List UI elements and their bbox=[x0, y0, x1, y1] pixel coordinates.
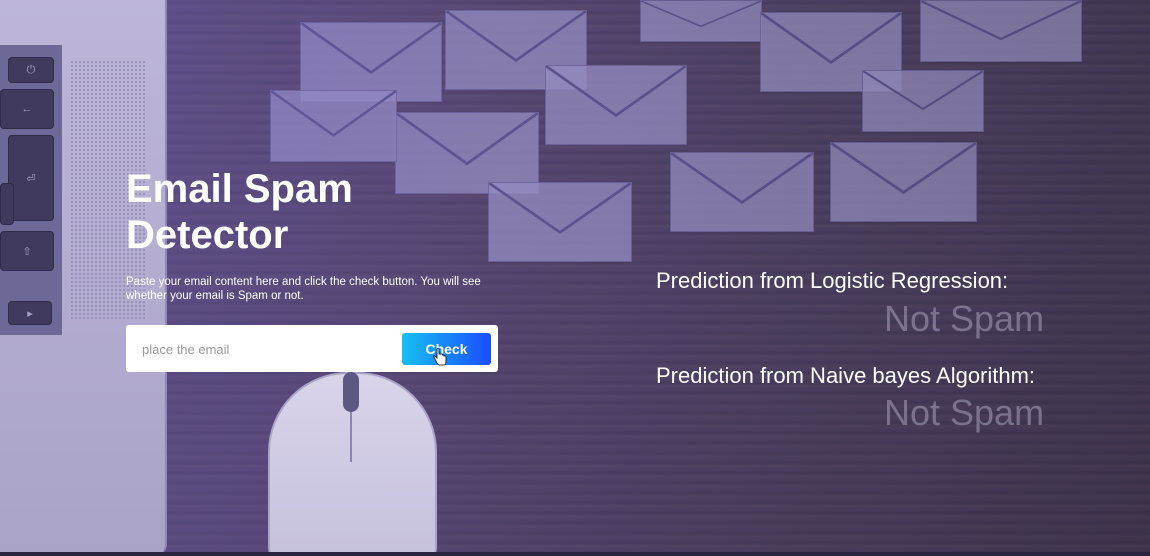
backspace-key-icon: ← bbox=[0, 89, 54, 129]
mouse-wheel bbox=[343, 372, 359, 412]
power-key-icon: ⏻ bbox=[8, 57, 54, 83]
page-description: Paste your email content here and click … bbox=[126, 276, 481, 302]
logistic-regression-result: Not Spam bbox=[884, 298, 1045, 339]
email-input[interactable] bbox=[140, 336, 394, 362]
page: ⏻ ← ⏎ ⇧ ▸ Email Spam Detector Paste your… bbox=[0, 0, 1150, 556]
logistic-regression-label: Prediction from Logistic Regression: bbox=[656, 268, 1009, 293]
bottom-edge bbox=[0, 552, 1150, 556]
keyboard-image: ⏻ ← ⏎ ⇧ ▸ bbox=[0, 45, 62, 335]
hand-cursor-icon bbox=[433, 348, 447, 366]
page-title: Email Spam Detector bbox=[126, 167, 353, 257]
shift-key-icon: ⇧ bbox=[0, 231, 54, 271]
naive-bayes-label: Prediction from Naive bayes Algorithm: bbox=[656, 363, 1036, 388]
enter-key-icon: ⏎ bbox=[8, 135, 54, 221]
key bbox=[0, 183, 14, 225]
arrow-key-icon: ▸ bbox=[8, 301, 52, 325]
naive-bayes-result: Not Spam bbox=[884, 392, 1045, 433]
